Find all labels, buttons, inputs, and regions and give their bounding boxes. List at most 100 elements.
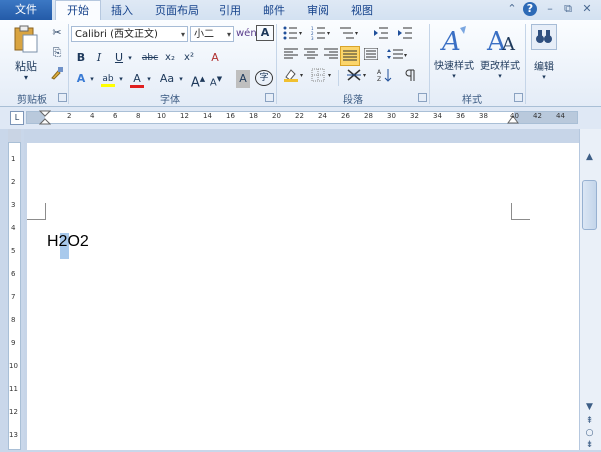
document-text[interactable]: H2O2 xyxy=(47,232,89,252)
highlight-dropdown-icon[interactable]: ▾ xyxy=(117,70,125,88)
vruler-tick: 5 xyxy=(11,247,16,255)
cut-icon[interactable]: ✂ xyxy=(48,24,66,42)
bullets-button[interactable]: ▾ xyxy=(282,26,304,44)
font-group-label: 字体 xyxy=(160,95,180,106)
sort-icon[interactable]: AZ xyxy=(376,68,394,86)
subscript-button[interactable]: x₂ xyxy=(163,49,177,67)
clear-format-button[interactable]: A xyxy=(206,49,224,67)
ruler-tick: 28 xyxy=(364,112,373,120)
tab-mailings[interactable]: 邮件 xyxy=(256,1,292,20)
close-window-icon[interactable]: ✕ xyxy=(580,2,594,16)
restore-window-icon[interactable]: ⧉ xyxy=(561,2,575,16)
svg-text:A: A xyxy=(377,69,382,76)
minimize-ribbon-icon[interactable]: ⌃ xyxy=(505,2,519,16)
align-right-icon[interactable] xyxy=(322,48,340,66)
help-icon[interactable]: ? xyxy=(523,2,537,16)
font-launcher-icon[interactable] xyxy=(265,93,274,102)
borders-icon[interactable]: ▾ xyxy=(310,68,336,86)
align-center-icon[interactable] xyxy=(302,48,320,66)
change-styles-button[interactable]: A A 更改样式 ▾ xyxy=(478,24,522,86)
ruler-tick: 26 xyxy=(341,112,350,120)
format-painter-icon[interactable] xyxy=(48,66,66,84)
ruler-tick: 18 xyxy=(249,112,258,120)
horizontal-ruler[interactable]: 2 4 6 8 10 12 14 16 18 20 22 24 26 28 30… xyxy=(26,110,578,126)
char-border-icon[interactable]: A xyxy=(256,25,274,41)
font-color-dropdown-icon[interactable]: ▾ xyxy=(145,70,153,88)
ruler-tick: 38 xyxy=(479,112,488,120)
tab-review[interactable]: 审阅 xyxy=(300,1,336,20)
ruler-tick: 8 xyxy=(136,112,141,120)
scroll-down-icon[interactable]: ▼ xyxy=(582,400,597,414)
decrease-indent-icon[interactable] xyxy=(372,26,390,44)
superscript-button[interactable]: x² xyxy=(182,49,196,67)
highlight-button[interactable]: ab xyxy=(99,70,117,88)
svg-text:A: A xyxy=(440,27,461,54)
numbering-button[interactable]: 1 2 3 ▾ xyxy=(310,26,332,44)
vertical-ruler-margin xyxy=(8,129,21,142)
justify-icon[interactable] xyxy=(340,46,360,66)
bold-button[interactable]: B xyxy=(74,49,88,67)
distributed-icon[interactable] xyxy=(362,47,380,66)
paste-dropdown-icon: ▾ xyxy=(23,73,28,82)
shrink-font-button[interactable]: A▼ xyxy=(208,70,224,88)
svg-text:Z: Z xyxy=(377,76,381,82)
tab-file[interactable]: 文件 xyxy=(0,0,52,20)
vertical-ruler[interactable]: 1 2 3 4 5 6 7 8 9 10 11 12 13 xyxy=(8,142,21,450)
editing-dropdown-icon: ▾ xyxy=(542,73,546,81)
minimize-window-icon[interactable]: – xyxy=(543,2,557,16)
phonetic-guide-icon[interactable]: wén xyxy=(236,25,257,43)
increase-indent-icon[interactable] xyxy=(396,26,414,44)
vruler-tick: 11 xyxy=(9,385,18,393)
underline-dropdown-icon[interactable]: ▾ xyxy=(126,49,134,67)
font-name-value: Calibri (西文正文) xyxy=(75,29,158,40)
document-page[interactable] xyxy=(27,143,579,450)
clipboard-launcher-icon[interactable] xyxy=(58,93,67,102)
styles-group-label: 样式 xyxy=(462,95,482,106)
copy-icon[interactable]: ⎘ xyxy=(48,44,66,62)
enclosed-char-button[interactable]: 字 xyxy=(255,70,273,86)
margin-corner-top-left xyxy=(27,203,46,220)
indent-marker-icon[interactable] xyxy=(39,110,51,126)
underline-button[interactable]: U xyxy=(112,49,126,67)
scrollbar-thumb[interactable] xyxy=(582,180,597,230)
tab-home[interactable]: 开始 xyxy=(55,0,101,21)
scroll-up-icon[interactable]: ▲ xyxy=(582,150,597,164)
strikethrough-button[interactable]: abc xyxy=(140,49,160,67)
char-shading-button[interactable]: A xyxy=(236,70,250,88)
ruler-tab-selector[interactable]: L xyxy=(10,111,24,125)
styles-launcher-icon[interactable] xyxy=(514,93,523,102)
multilevel-list-button[interactable]: ▾ xyxy=(338,26,360,44)
quick-styles-dropdown-icon: ▾ xyxy=(452,72,456,80)
tab-page-layout[interactable]: 页面布局 xyxy=(148,1,206,20)
editing-button[interactable]: 编辑 ▾ xyxy=(528,24,560,86)
numbering-icon: 123▾ xyxy=(311,26,330,41)
text-effects-dropdown-icon[interactable]: ▾ xyxy=(88,70,96,88)
font-size-select[interactable]: 小二 ▾ xyxy=(190,26,234,42)
ruler-tick: 36 xyxy=(456,112,465,120)
change-case-button[interactable]: Aa xyxy=(157,70,177,88)
line-spacing-icon[interactable]: ▾ xyxy=(386,48,410,66)
change-case-dropdown-icon[interactable]: ▾ xyxy=(177,70,185,88)
paste-button[interactable]: 粘贴 ▾ xyxy=(8,24,44,84)
ruler-tick: 44 xyxy=(556,112,565,120)
italic-button[interactable]: I xyxy=(92,49,106,67)
grow-font-button[interactable]: A▲ xyxy=(190,70,206,90)
multilevel-list-icon: ▾ xyxy=(340,27,358,39)
paragraph-launcher-icon[interactable] xyxy=(418,93,427,102)
ruler-tick: 32 xyxy=(410,112,419,120)
font-name-select[interactable]: Calibri (西文正文) ▾ xyxy=(71,26,188,42)
align-left-icon[interactable] xyxy=(282,48,300,66)
tab-view[interactable]: 视图 xyxy=(344,1,380,20)
chinese-layout-icon[interactable]: ▾ xyxy=(346,68,370,86)
text-effects-icon[interactable]: A xyxy=(74,70,88,88)
shading-icon[interactable]: ▾ xyxy=(282,68,306,86)
quick-styles-button[interactable]: A 快速样式 ▾ xyxy=(432,24,476,86)
show-marks-icon[interactable] xyxy=(400,68,418,86)
font-color-button[interactable]: A xyxy=(129,70,145,88)
paste-icon xyxy=(14,25,38,53)
tab-references[interactable]: 引用 xyxy=(212,1,248,20)
ruler-tick: 30 xyxy=(387,112,396,120)
vruler-tick: 4 xyxy=(11,224,16,232)
ruler-tick: 6 xyxy=(113,112,118,120)
tab-insert[interactable]: 插入 xyxy=(104,1,140,20)
